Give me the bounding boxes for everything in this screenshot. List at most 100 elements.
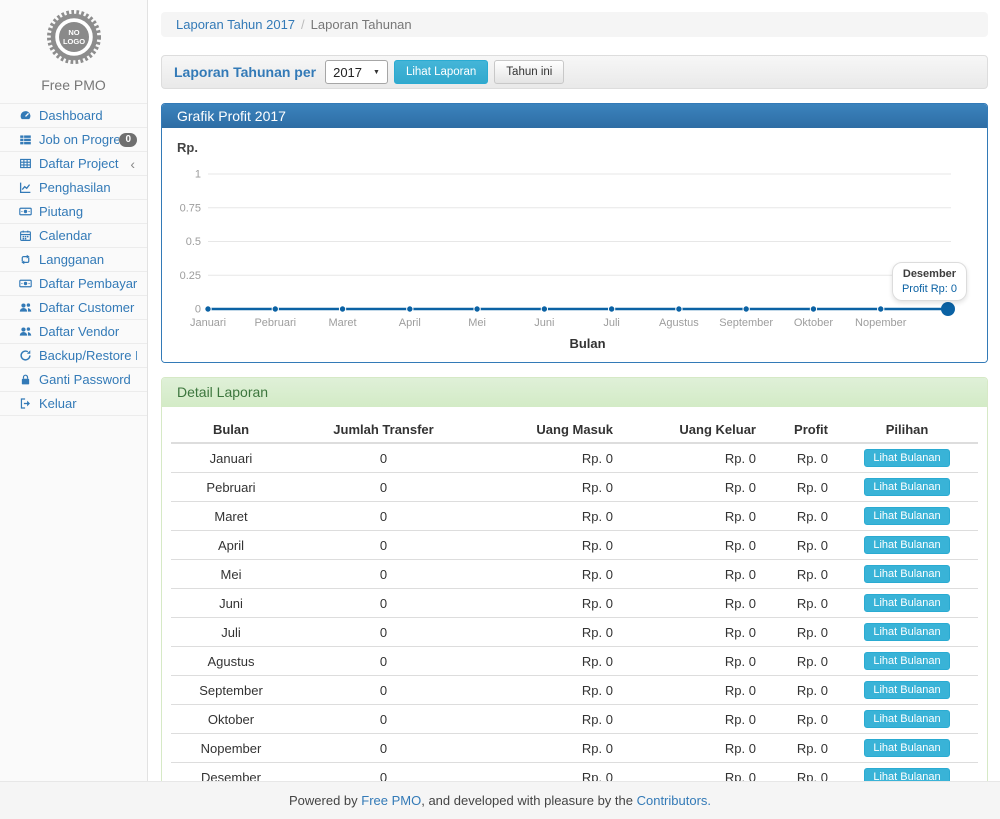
tasks-icon: [19, 133, 36, 146]
cell-uang-keluar: Rp. 0: [621, 705, 764, 734]
svg-text:Nopember: Nopember: [855, 317, 907, 329]
breadcrumb-link-laporan-tahun[interactable]: Laporan Tahun 2017: [176, 17, 295, 32]
table-row: Nopember 0 Rp. 0 Rp. 0 Rp. 0 Lihat Bulan…: [171, 734, 978, 763]
lihat-bulanan-button[interactable]: Lihat Bulanan: [864, 739, 949, 757]
tahun-ini-button[interactable]: Tahun ini: [494, 60, 564, 84]
lihat-bulanan-button[interactable]: Lihat Bulanan: [864, 652, 949, 670]
sidebar-item-calendar[interactable]: Calendar: [0, 224, 147, 248]
cell-bulan: April: [171, 531, 291, 560]
lihat-bulanan-button[interactable]: Lihat Bulanan: [864, 478, 949, 496]
cell-uang-masuk: Rp. 0: [476, 443, 621, 473]
lihat-bulanan-button[interactable]: Lihat Bulanan: [864, 594, 949, 612]
sidebar-item-keluar[interactable]: Keluar: [0, 392, 147, 416]
svg-text:1: 1: [195, 169, 201, 181]
cell-jumlah-transfer: 0: [291, 473, 476, 502]
svg-text:Pebruari: Pebruari: [254, 317, 296, 329]
cell-jumlah-transfer: 0: [291, 734, 476, 763]
sidebar: NO LOGO Free PMO Dashboard: [0, 0, 148, 782]
cell-bulan: Pebruari: [171, 473, 291, 502]
svg-text:April: April: [399, 317, 421, 329]
cell-uang-keluar: Rp. 0: [621, 473, 764, 502]
chevron-left-icon: ‹: [130, 157, 137, 171]
cell-uang-keluar: Rp. 0: [621, 734, 764, 763]
cell-profit: Rp. 0: [764, 734, 836, 763]
detail-laporan-panel: Detail Laporan Bulan Jumlah Transfer Uan…: [161, 377, 988, 819]
cell-jumlah-transfer: 0: [291, 443, 476, 473]
sidebar-item-penghasilan[interactable]: Penghasilan: [0, 176, 147, 200]
cell-uang-masuk: Rp. 0: [476, 473, 621, 502]
lihat-bulanan-button[interactable]: Lihat Bulanan: [864, 710, 949, 728]
lihat-bulanan-button[interactable]: Lihat Bulanan: [864, 623, 949, 641]
svg-text:Juli: Juli: [603, 317, 620, 329]
sidebar-item-label: Daftar Customer: [39, 300, 137, 315]
table-icon: [19, 157, 36, 170]
line-chart-icon: [19, 181, 36, 194]
profit-chart-panel: Grafik Profit 2017 Rp. 00.250.50.751Janu…: [161, 103, 988, 363]
lihat-bulanan-button[interactable]: Lihat Bulanan: [864, 565, 949, 583]
cell-jumlah-transfer: 0: [291, 705, 476, 734]
footer-link-contributors[interactable]: Contributors.: [637, 793, 711, 808]
tooltip-month: Desember: [902, 268, 957, 280]
table-row: Maret 0 Rp. 0 Rp. 0 Rp. 0 Lihat Bulanan: [171, 502, 978, 531]
table-row: Oktober 0 Rp. 0 Rp. 0 Rp. 0 Lihat Bulana…: [171, 705, 978, 734]
sidebar-item-label: Calendar: [39, 228, 137, 243]
cell-jumlah-transfer: 0: [291, 618, 476, 647]
footer-link-free-pmo[interactable]: Free PMO: [361, 793, 421, 808]
cell-profit: Rp. 0: [764, 560, 836, 589]
sidebar-item-backup-restore-db[interactable]: Backup/Restore DB: [0, 344, 147, 368]
detail-panel-body: Bulan Jumlah Transfer Uang Masuk Uang Ke…: [162, 407, 987, 819]
cell-uang-masuk: Rp. 0: [476, 560, 621, 589]
year-select[interactable]: 2017 ▼: [325, 60, 388, 84]
chart-body: Rp. 00.250.50.751JanuariPebruariMaretApr…: [162, 128, 987, 362]
cell-profit: Rp. 0: [764, 647, 836, 676]
cell-uang-keluar: Rp. 0: [621, 531, 764, 560]
sidebar-item-daftar-vendor[interactable]: Daftar Vendor: [0, 320, 147, 344]
col-header-pilihan: Pilihan: [836, 417, 978, 443]
cell-bulan: Agustus: [171, 647, 291, 676]
logo: NO LOGO: [0, 0, 147, 68]
logo-text-line1: NO: [68, 28, 79, 37]
cell-uang-keluar: Rp. 0: [621, 676, 764, 705]
sidebar-item-job-on-progress[interactable]: Job on Progress 0: [0, 128, 147, 152]
lihat-bulanan-button[interactable]: Lihat Bulanan: [864, 449, 949, 467]
sidebar-item-piutang[interactable]: Piutang: [0, 200, 147, 224]
sidebar-item-langganan[interactable]: Langganan: [0, 248, 147, 272]
sidebar-item-label: Daftar Pembayaran: [39, 276, 137, 291]
year-filter-bar: Laporan Tahunan per 2017 ▼ Lihat Laporan…: [161, 55, 988, 89]
year-select-value: 2017: [333, 65, 362, 80]
cell-jumlah-transfer: 0: [291, 560, 476, 589]
cell-bulan: Mei: [171, 560, 291, 589]
cell-uang-keluar: Rp. 0: [621, 647, 764, 676]
table-header-row: Bulan Jumlah Transfer Uang Masuk Uang Ke…: [171, 417, 978, 443]
lihat-bulanan-button[interactable]: Lihat Bulanan: [864, 681, 949, 699]
lihat-bulanan-button[interactable]: Lihat Bulanan: [864, 507, 949, 525]
sidebar-item-daftar-pembayaran[interactable]: Daftar Pembayaran: [0, 272, 147, 296]
sidebar-item-daftar-customer[interactable]: Daftar Customer: [0, 296, 147, 320]
sidebar-item-daftar-project[interactable]: Daftar Project ‹: [0, 152, 147, 176]
lihat-laporan-button[interactable]: Lihat Laporan: [394, 60, 488, 84]
col-header-uang-keluar: Uang Keluar: [621, 417, 764, 443]
sidebar-item-label: Backup/Restore DB: [39, 348, 137, 363]
caret-down-icon: ▼: [373, 69, 380, 76]
retweet-icon: [19, 253, 36, 266]
table-row: April 0 Rp. 0 Rp. 0 Rp. 0 Lihat Bulanan: [171, 531, 978, 560]
sidebar-item-ganti-password[interactable]: Ganti Password: [0, 368, 147, 392]
no-logo-badge: NO LOGO: [46, 9, 102, 65]
footer-text: Powered by Free PMO, and developed with …: [289, 793, 711, 808]
profit-chart[interactable]: 00.250.50.751JanuariPebruariMaretAprilMe…: [177, 156, 973, 333]
lihat-bulanan-button[interactable]: Lihat Bulanan: [864, 536, 949, 554]
cell-uang-keluar: Rp. 0: [621, 618, 764, 647]
cell-bulan: Oktober: [171, 705, 291, 734]
table-row: Mei 0 Rp. 0 Rp. 0 Rp. 0 Lihat Bulanan: [171, 560, 978, 589]
y-axis-label: Rp.: [177, 140, 972, 155]
report-table: Bulan Jumlah Transfer Uang Masuk Uang Ke…: [171, 417, 978, 817]
sidebar-item-label: Langganan: [39, 252, 137, 267]
sidebar-item-dashboard[interactable]: Dashboard: [0, 104, 147, 128]
col-header-bulan: Bulan: [171, 417, 291, 443]
detail-panel-title: Detail Laporan: [162, 378, 987, 407]
cell-uang-masuk: Rp. 0: [476, 502, 621, 531]
cell-uang-masuk: Rp. 0: [476, 647, 621, 676]
sidebar-item-label: Keluar: [39, 396, 137, 411]
count-badge: 0: [119, 133, 137, 147]
cell-profit: Rp. 0: [764, 531, 836, 560]
